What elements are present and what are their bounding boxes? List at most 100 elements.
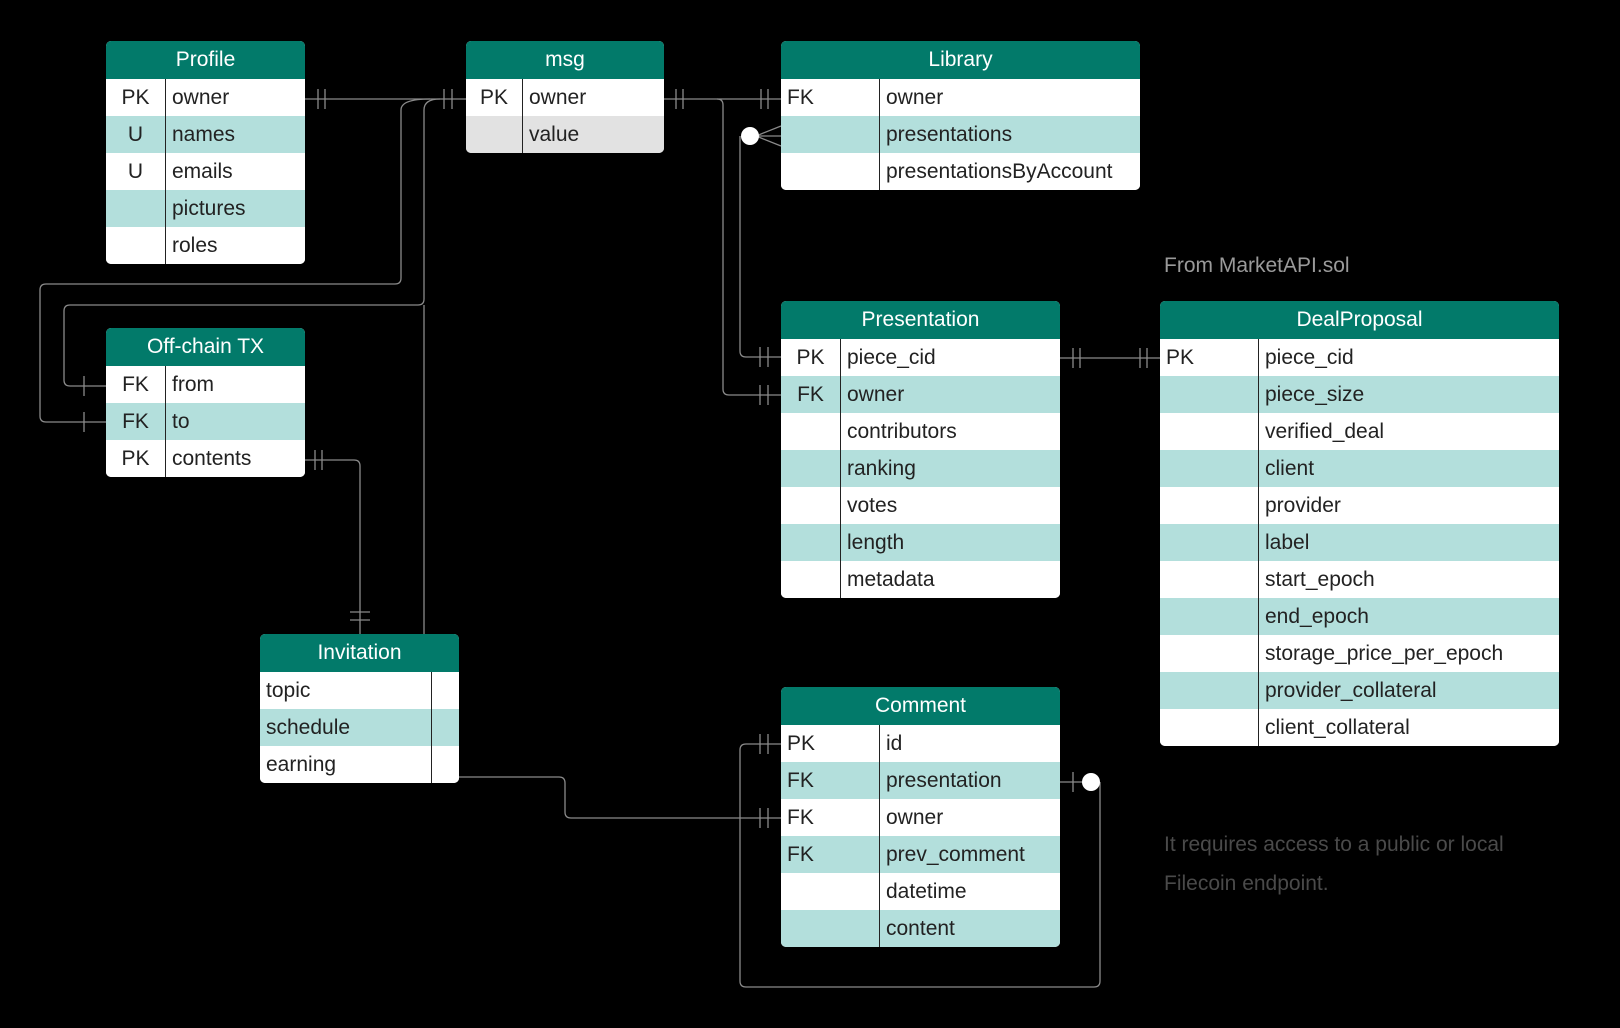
field-name: length [847, 530, 905, 554]
key-type [106, 227, 166, 264]
field-name: client [1265, 456, 1315, 480]
table-row: label [1160, 524, 1559, 561]
field-name: owner [172, 85, 230, 109]
key-type: U [106, 153, 166, 190]
field-name: provider [1265, 493, 1341, 517]
field-name: from [172, 372, 214, 396]
table-row: provider [1160, 487, 1559, 524]
key-type [1160, 635, 1259, 672]
table-row: FK owner [781, 799, 1060, 836]
field-name: roles [172, 233, 218, 257]
field-name: to [172, 409, 190, 433]
key-type: FK [781, 79, 880, 116]
table-row: client_collateral [1160, 709, 1559, 746]
table-row: client [1160, 450, 1559, 487]
table-row: FK from [106, 366, 305, 403]
table-row: datetime [781, 873, 1060, 910]
optional-circle-icon [1082, 773, 1100, 791]
key-type: FK [781, 799, 880, 836]
key-type: PK [106, 79, 166, 116]
requirement-note-line1: It requires access to a public or local [1164, 833, 1504, 856]
field-name: prev_comment [886, 842, 1025, 866]
field-name: end_epoch [1265, 604, 1369, 628]
field-name: presentation [886, 768, 1002, 792]
key-type [781, 487, 841, 524]
field-name: verified_deal [1265, 419, 1385, 443]
table-row: Uemails [106, 153, 305, 190]
table-row: contributors [781, 413, 1060, 450]
table-dealproposal[interactable]: DealProposal PK piece_cid piece_sizeverifie… [1160, 301, 1559, 746]
key-type [466, 116, 523, 153]
field-name: contents [172, 446, 252, 470]
table-row: PK piece_cid [781, 339, 1060, 376]
table-title: DealProposal [1160, 301, 1559, 339]
table-row: piece_size [1160, 376, 1559, 413]
field-name: id [886, 731, 903, 755]
table-row: Unames [106, 116, 305, 153]
key-type [1160, 672, 1259, 709]
link-msg-comment-owner [423, 305, 781, 819]
key-type: PK [781, 725, 880, 762]
table-row: content [781, 910, 1060, 947]
table-row: roles [106, 227, 305, 264]
table-msg[interactable]: msg PK owner value [466, 41, 664, 153]
table-presentation[interactable]: Presentation PK piece_cid FK owner contributo… [781, 301, 1060, 598]
key-type [781, 450, 841, 487]
field-name: metadata [847, 567, 935, 591]
table-row: schedule [260, 709, 459, 746]
key-type [1160, 487, 1259, 524]
table-row: storage_price_per_epoch [1160, 635, 1559, 672]
table-row: end_epoch [1160, 598, 1559, 635]
table-title: Library [781, 41, 1140, 79]
table-row: earning [260, 746, 459, 783]
key-type: FK [106, 403, 166, 440]
key-type: FK [781, 376, 841, 413]
field-name: votes [847, 493, 898, 517]
table-row: FK owner [781, 376, 1060, 413]
key-type [1160, 376, 1259, 413]
key-type [1160, 413, 1259, 450]
table-offchain[interactable]: Off-chain TX FK from FK to PK contents [106, 328, 305, 477]
link-offchain-invitation [305, 459, 361, 634]
table-title: Invitation [260, 634, 459, 672]
key-type [1160, 561, 1259, 598]
table-row: start_epoch [1160, 561, 1559, 598]
table-comment[interactable]: Comment PK id FK presentation FK owner FK prev_c… [781, 687, 1060, 947]
table-row: FK presentation [781, 762, 1060, 799]
table-row: value [466, 116, 664, 153]
field-name: topic [260, 672, 432, 709]
link-library-presentation [739, 136, 781, 358]
key-type: PK [781, 339, 841, 376]
key-type: FK [106, 366, 166, 403]
table-invitation[interactable]: Invitation topic schedule earning [260, 634, 459, 783]
field-name: content [886, 916, 955, 940]
key-type: PK [1160, 339, 1259, 376]
field-name: datetime [886, 879, 967, 903]
crows-foot [754, 125, 782, 147]
field-name: value [529, 122, 580, 146]
table-row: PK owner [466, 79, 664, 116]
field-name: presentations [886, 122, 1013, 146]
table-title: Presentation [781, 301, 1060, 339]
field-name: emails [172, 159, 233, 183]
table-title: msg [466, 41, 664, 79]
source-note: From MarketAPI.sol [1164, 254, 1350, 277]
table-row: FK prev_comment [781, 836, 1060, 873]
table-row: presentationsByAccount [781, 153, 1140, 190]
field-name: schedule [260, 709, 432, 746]
table-title: Off-chain TX [106, 328, 305, 366]
table-row: FK owner [781, 79, 1140, 116]
key-type [1160, 524, 1259, 561]
table-row: metadata [781, 561, 1060, 598]
key-type [781, 116, 880, 153]
table-row: PK piece_cid [1160, 339, 1559, 376]
table-row: provider_collateral [1160, 672, 1559, 709]
table-library[interactable]: Library FK owner presentations presentations… [781, 41, 1140, 190]
table-profile[interactable]: Profile PK owner Unames Uemails pictures roles [106, 41, 305, 264]
tick-marks [314, 450, 370, 621]
key-type: U [106, 116, 166, 153]
field-name: pictures [172, 196, 246, 220]
field-name: ranking [847, 456, 916, 480]
field-name: owner [886, 85, 944, 109]
field-name: piece_cid [847, 345, 936, 369]
